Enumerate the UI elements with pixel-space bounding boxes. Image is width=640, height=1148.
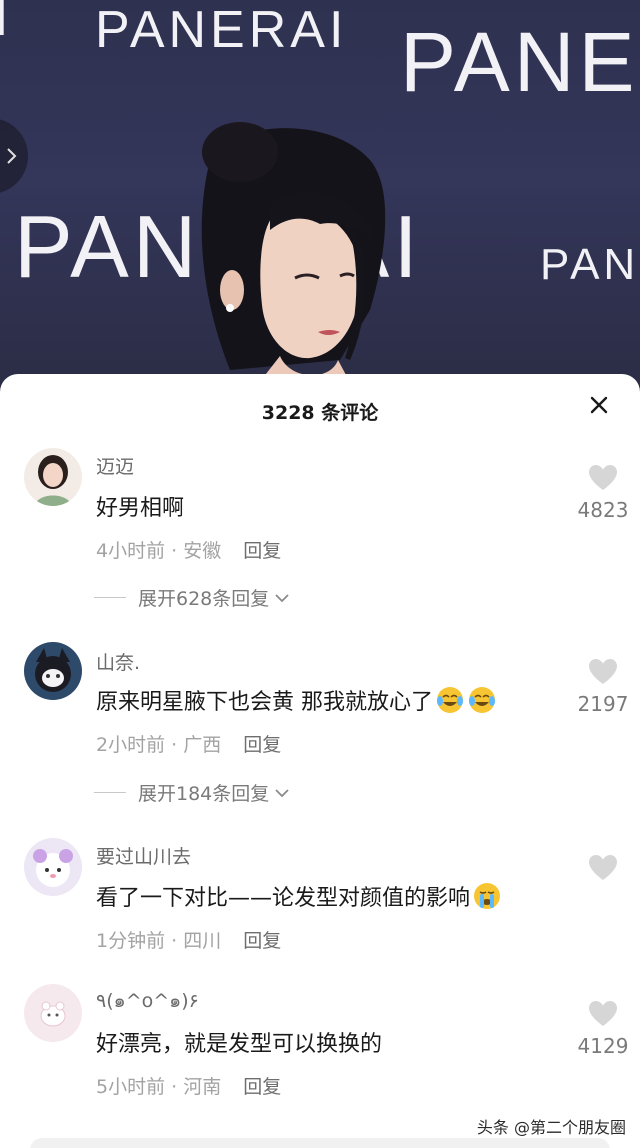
reply-button[interactable]: 回复 (243, 930, 281, 952)
reply-button[interactable]: 回复 (243, 540, 281, 562)
chevron-down-icon (275, 593, 289, 602)
watermark: 头条 @第二个朋友圈 (476, 1118, 626, 1137)
comment-time: 4小时前 (96, 540, 166, 562)
comments-header: 3228 条评论 (0, 374, 640, 448)
backdrop-logo-text: I (0, 0, 13, 47)
video-preview[interactable]: I PANERAI PANE PANERAI PANE (0, 0, 640, 400)
comment-text: 好男相啊 (96, 496, 185, 521)
comment-location: 广西 (183, 734, 222, 756)
like-count: 4129 (577, 1034, 629, 1058)
like-button[interactable] (570, 854, 636, 888)
heart-icon (589, 855, 617, 880)
chevron-down-icon (275, 788, 289, 797)
comment-username[interactable]: 迈迈 (96, 452, 134, 479)
heart-icon (589, 465, 617, 490)
like-button[interactable]: 4823 (570, 464, 636, 522)
heart-icon (589, 659, 617, 684)
crying-laughing-emoji-icon (437, 687, 463, 713)
crying-emoji-icon (474, 883, 501, 909)
avatar[interactable] (24, 642, 82, 700)
comment-text-content: 原来明星腋下也会黄 那我就放心了 (96, 690, 433, 715)
like-button[interactable]: 2197 (570, 658, 636, 716)
comments-count-title: 3228 条评论 (261, 402, 379, 424)
expand-replies-button[interactable]: 展开184条回复 (94, 779, 291, 806)
like-count: 2197 (577, 692, 629, 716)
comment-time: 5小时前 (96, 1076, 166, 1098)
comment-input-bar[interactable] (30, 1138, 610, 1148)
comment-username[interactable]: 要过山川去 (96, 842, 191, 869)
backdrop-logo-text: PANE (540, 240, 640, 289)
avatar[interactable] (24, 448, 82, 506)
backdrop-logo-text: PANERAI (95, 1, 348, 59)
reply-button[interactable]: 回复 (243, 1076, 281, 1098)
close-icon (590, 396, 608, 414)
chevron-right-icon (7, 148, 17, 164)
comment-meta: 4小时前 · 安徽 回复 (96, 540, 282, 562)
avatar[interactable] (24, 984, 82, 1042)
comment-meta: 1分钟前 · 四川 回复 (96, 930, 282, 952)
comment-time: 1分钟前 (96, 930, 166, 952)
comment-location: 河南 (183, 1076, 222, 1098)
backdrop-logo-text: PANE (400, 15, 639, 109)
expand-replies-label: 展开628条回复 (138, 588, 270, 610)
comment-meta: 5小时前 · 河南 回复 (96, 1076, 282, 1098)
comment-meta: 2小时前 · 广西 回复 (96, 734, 282, 756)
comment-text: 看了一下对比——论发型对颜值的影响 (96, 880, 502, 912)
comment-location: 安徽 (183, 540, 222, 562)
reply-button[interactable]: 回复 (243, 734, 281, 756)
comment-username[interactable]: ٩(๑^o^๑)۶ (96, 986, 199, 1016)
heart-icon (589, 1001, 617, 1026)
avatar[interactable] (24, 838, 82, 896)
comment-location: 四川 (183, 930, 222, 952)
close-button[interactable] (586, 392, 612, 418)
person-photo (201, 122, 386, 400)
expand-replies-button[interactable]: 展开628条回复 (94, 584, 291, 611)
comment-time: 2小时前 (96, 734, 166, 756)
previous-button[interactable] (0, 118, 28, 194)
divider (94, 792, 126, 793)
crying-laughing-emoji-icon (469, 687, 495, 713)
comment-text: 原来明星腋下也会黄 那我就放心了 (96, 684, 497, 716)
divider (94, 597, 126, 598)
like-button[interactable]: 4129 (570, 1000, 636, 1058)
comment-username[interactable]: 山奈. (96, 648, 140, 675)
expand-replies-label: 展开184条回复 (138, 783, 270, 805)
comment-text-content: 看了一下对比——论发型对颜值的影响 (96, 886, 471, 911)
like-count: 4823 (577, 498, 629, 522)
comment-text: 好漂亮，就是发型可以换换的 (96, 1032, 383, 1057)
